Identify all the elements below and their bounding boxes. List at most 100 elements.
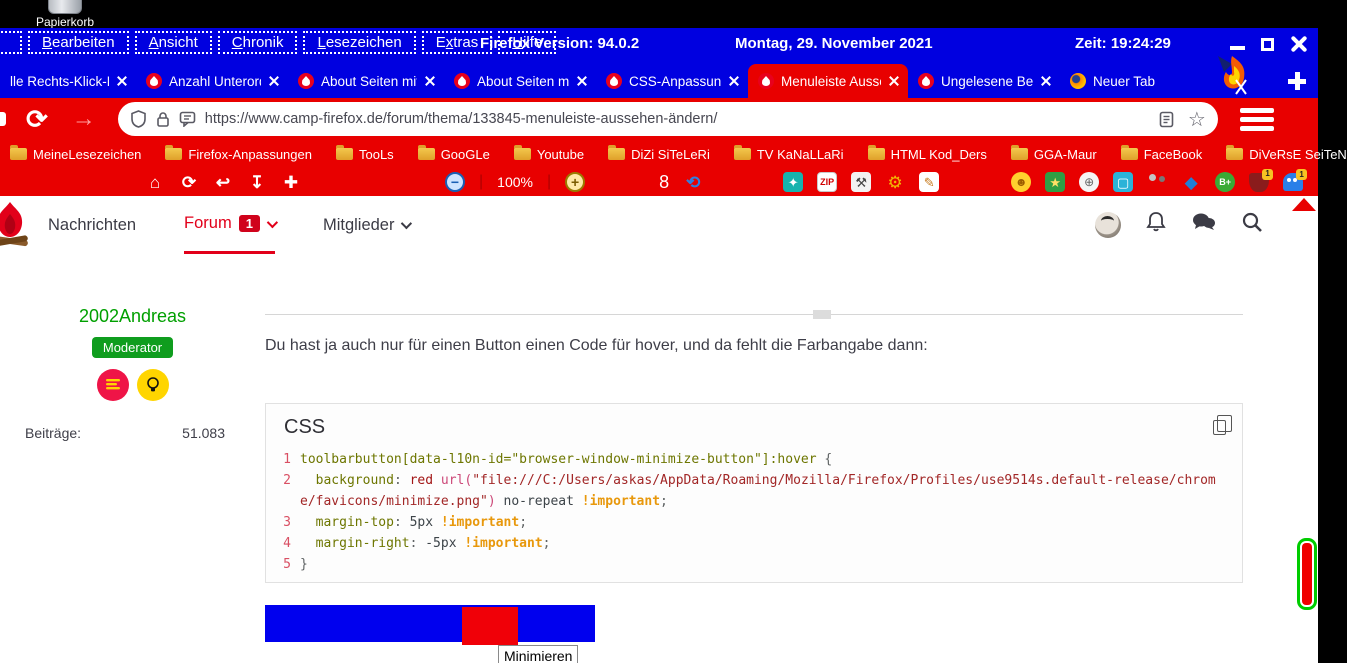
menu-items: Bearbeiten Ansicht Chronik Lesezeichen Extra… xyxy=(0,31,557,54)
ghost-addon-icon[interactable]: 1 xyxy=(1283,169,1308,191)
tab[interactable]: Ungelesene Beiträg xyxy=(908,64,1060,98)
forum-nav-mitglieder[interactable]: Mitglieder xyxy=(323,196,413,254)
back-button-fragment[interactable] xyxy=(0,112,6,126)
bookmark-folder[interactable]: GGA-Maur xyxy=(1010,145,1097,162)
bookmark-folder[interactable]: GooGLe xyxy=(417,145,490,162)
folder-icon xyxy=(10,145,27,160)
url-bar[interactable]: https://www.camp-firefox.de/forum/thema/… xyxy=(117,102,1218,136)
tab-close-icon[interactable] xyxy=(268,75,280,87)
bookmark-folder[interactable]: DiZi SiTeLeRi xyxy=(608,145,710,162)
notifications-bell-icon[interactable] xyxy=(1145,210,1167,239)
tab-close-icon[interactable] xyxy=(576,75,588,87)
code-line: 1 toolbarbutton[data-l10n-id="browser-win… xyxy=(276,449,1230,470)
recycle-bin[interactable]: Papierkorb xyxy=(30,0,100,29)
menu-chronik[interactable]: Chronik xyxy=(217,31,298,54)
recycle-bin-icon xyxy=(48,0,82,14)
emoji-icon[interactable]: ☻ xyxy=(1011,172,1032,192)
custom-scrollbar-thumb[interactable] xyxy=(1297,538,1317,610)
bookmark-folder[interactable]: HTML Kod_Ders xyxy=(867,145,987,162)
zoom-out-icon[interactable]: − xyxy=(445,172,465,192)
forum-nav-forum[interactable]: Forum 1 xyxy=(184,196,279,254)
campfire-logo[interactable] xyxy=(0,200,32,252)
permissions-icon[interactable] xyxy=(179,111,196,127)
post-paragraph: Du hast ja auch nur für einen Button ein… xyxy=(265,337,928,354)
forum-nav-nachrichten[interactable]: Nachrichten xyxy=(48,196,136,254)
close-button[interactable] xyxy=(1290,35,1308,53)
tab-count: 8 xyxy=(659,171,670,192)
tab-close-icon[interactable] xyxy=(888,75,900,87)
app-menu-icon[interactable] xyxy=(1239,107,1274,131)
globe-icon[interactable]: ⊕ xyxy=(1079,172,1100,192)
zip-icon[interactable]: ZIP xyxy=(817,172,838,192)
shield-icon[interactable] xyxy=(130,110,147,128)
tab-close-icon[interactable] xyxy=(1040,75,1052,87)
sync-icon[interactable]: ⟲ xyxy=(683,171,703,193)
tab[interactable]: Neuer Tab xyxy=(1060,64,1186,98)
tab[interactable]: lle Rechts-Klick-P xyxy=(0,64,136,98)
menu-lesezeichen[interactable]: Lesezeichen xyxy=(303,31,416,54)
bookmark-folder[interactable]: MeineLesezeichen xyxy=(10,145,142,162)
post-author[interactable]: 2002Andreas xyxy=(0,306,265,327)
url-text[interactable]: https://www.camp-firefox.de/forum/thema/… xyxy=(205,111,1150,127)
puzzle-icon[interactable]: ✦ xyxy=(783,172,804,192)
code-lines[interactable]: 1 toolbarbutton[data-l10n-id="browser-win… xyxy=(266,447,1242,575)
reader-mode-icon[interactable] xyxy=(1159,111,1174,128)
maximize-button[interactable] xyxy=(1261,37,1274,51)
forward-icon[interactable]: → xyxy=(72,107,96,131)
menu-ansicht[interactable]: Ansicht xyxy=(134,31,212,54)
bookmark-label: FaceBook xyxy=(1143,146,1203,162)
tab-title: About Seiten mit CS xyxy=(321,73,417,89)
tab-close-icon[interactable] xyxy=(424,75,436,87)
tab[interactable]: CSS-Anpassung od xyxy=(596,64,748,98)
bookmark-folder[interactable]: Youtube xyxy=(513,145,585,162)
tab[interactable]: Menuleiste Ausseh xyxy=(748,64,908,98)
bookmark-folder[interactable]: DiVeRsE SeiTeN xyxy=(1226,145,1347,162)
bookmark-folder[interactable]: TooLs xyxy=(335,145,394,162)
folder-icon xyxy=(1010,145,1028,160)
scroll-top-arrow[interactable] xyxy=(1292,198,1316,211)
search-icon[interactable] xyxy=(1241,211,1263,238)
tab-close-icon[interactable] xyxy=(116,75,128,87)
bookmark-folder[interactable]: TV KaNaLLaRi xyxy=(733,145,844,162)
reload-icon[interactable]: ⟳ xyxy=(26,106,48,132)
bookmark-star-icon[interactable]: ★ xyxy=(1045,172,1066,192)
zoom-in-icon[interactable]: + xyxy=(565,172,586,192)
gem-icon[interactable]: ◆ xyxy=(1181,171,1201,193)
copy-code-icon[interactable] xyxy=(1213,415,1232,435)
tab-bar: lle Rechts-Klick-P Anzahl Unterordner Abou… xyxy=(0,56,1318,98)
tools-icon[interactable]: ⚒ xyxy=(851,172,872,192)
campfire-favicon xyxy=(454,73,470,89)
bookmark-folder[interactable]: Firefox-Anpassungen xyxy=(165,145,312,162)
new-tab-button[interactable] xyxy=(1288,72,1306,90)
menu-item-fragment[interactable] xyxy=(0,31,22,54)
floppy-icon[interactable]: ▢ xyxy=(1113,172,1134,192)
back-curve-icon[interactable]: ↩ xyxy=(213,171,233,193)
tab[interactable]: About Seiten mit CS xyxy=(444,64,596,98)
bookmark-label: TooLs xyxy=(358,146,394,162)
add-icon[interactable]: ✚ xyxy=(281,171,301,193)
bookmark-label: DiVeRsE SeiTeN xyxy=(1249,146,1347,162)
tab[interactable]: About Seiten mit CS xyxy=(288,64,444,98)
bookmark-label: DiZi SiTeLeRi xyxy=(631,146,710,162)
download-icon[interactable]: ↧ xyxy=(247,171,267,193)
bookmark-folder[interactable]: FaceBook xyxy=(1120,145,1203,162)
tab-close-icon[interactable] xyxy=(728,75,740,87)
notes-icon[interactable]: ✎ xyxy=(919,172,940,192)
reload-icon[interactable]: ⟳ xyxy=(179,171,199,193)
shield-addon-icon[interactable]: 1 xyxy=(1249,168,1274,192)
desktop: Papierkorb Bearbeiten Ansicht Chronik Lesez… xyxy=(0,0,1347,663)
avatar[interactable] xyxy=(1095,211,1121,238)
bookmark-label: MeineLesezeichen xyxy=(33,146,142,162)
tab-title: Menuleiste Ausseh xyxy=(781,73,881,89)
molecule-icon[interactable] xyxy=(1147,171,1167,193)
zoom-level: 100% xyxy=(497,174,533,190)
bookmark-star-icon[interactable]: ☆ xyxy=(1188,107,1206,132)
tab[interactable]: Anzahl Unterordner xyxy=(136,64,288,98)
bplus-icon[interactable]: B+ xyxy=(1215,172,1236,192)
bookmark-label: Youtube xyxy=(536,146,585,162)
menu-bearbeiten[interactable]: Bearbeiten xyxy=(28,31,129,54)
chat-icon[interactable] xyxy=(1191,211,1217,238)
gear-icon[interactable]: ⚙ xyxy=(885,171,905,193)
home-icon[interactable]: ⌂ xyxy=(145,171,165,193)
lock-icon[interactable] xyxy=(156,111,170,128)
